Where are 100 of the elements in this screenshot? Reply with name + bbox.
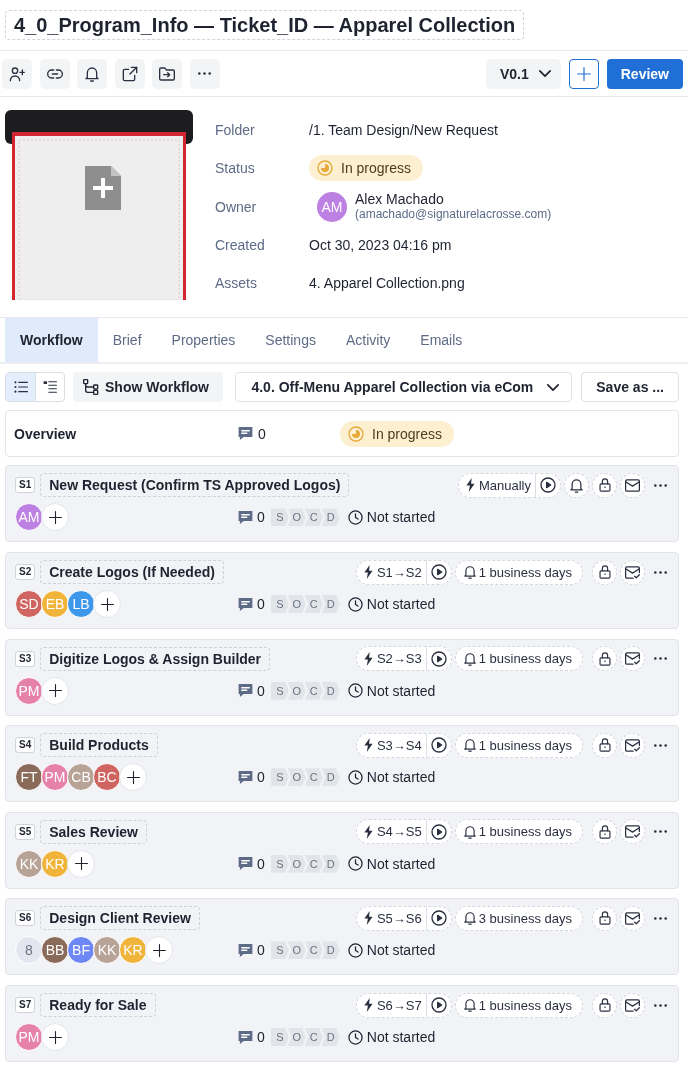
owner-avatar: AM <box>317 191 347 222</box>
clock-icon <box>347 683 363 699</box>
clock-icon <box>347 510 363 525</box>
comment-count: 0 <box>258 426 266 442</box>
lock-button[interactable] <box>592 732 617 758</box>
reminder-pill[interactable]: 3 business days <box>454 905 583 931</box>
step-chip: C <box>304 595 323 614</box>
tab[interactable]: Activity <box>330 318 406 363</box>
tab[interactable]: Settings <box>250 318 331 363</box>
reminder-pill[interactable]: 1 business days <box>454 819 583 845</box>
add-assignee-button[interactable] <box>41 503 69 532</box>
lock-button[interactable] <box>592 646 617 672</box>
share-icon <box>121 65 138 82</box>
avatar: EB <box>41 590 69 619</box>
field-label: Owner <box>215 198 258 215</box>
workflow-icon <box>83 379 99 396</box>
step-chip: S <box>270 595 289 614</box>
stage-badge: S1 <box>15 477 36 494</box>
field-value: /1. Team Design/New Request <box>309 122 498 139</box>
tab[interactable]: Emails <box>405 318 478 363</box>
tab[interactable]: Workflow <box>5 318 98 363</box>
comment-icon <box>238 596 253 612</box>
owner-name: Alex Machado <box>355 191 444 208</box>
reminder-pill[interactable]: 1 business days <box>454 992 583 1018</box>
avatar: KR <box>119 936 147 965</box>
workflow-template-dropdown[interactable]: 4.0. Off-Menu Apparel Collection via eCom <box>235 372 573 403</box>
bell-icon <box>463 565 476 580</box>
step-chip: C <box>304 681 323 700</box>
lock-icon <box>598 565 611 580</box>
notifications-button[interactable] <box>77 58 107 89</box>
reminder-label: 1 business days <box>478 824 572 840</box>
stage-title[interactable]: Design Client Review <box>40 906 200 931</box>
reminder-button[interactable] <box>564 473 589 498</box>
trigger-pill[interactable]: S1→S2 <box>355 559 452 585</box>
lock-button[interactable] <box>592 819 617 845</box>
add-assignee-button[interactable] <box>67 849 95 878</box>
version-dropdown[interactable]: V0.1 <box>485 58 561 89</box>
email-button[interactable] <box>620 992 645 1018</box>
stage-title[interactable]: Ready for Sale <box>40 993 156 1018</box>
move-to-folder-button[interactable] <box>152 58 182 89</box>
progress-pie-icon <box>348 426 364 442</box>
field-label: Status <box>215 160 256 177</box>
review-button[interactable]: Review <box>606 58 683 89</box>
bell-icon <box>463 824 476 839</box>
trigger-pill[interactable]: S5→S6 <box>355 905 452 931</box>
add-assignee-button[interactable] <box>41 676 69 705</box>
bolt-icon <box>363 651 373 666</box>
tab[interactable]: Properties <box>156 318 251 363</box>
trigger-label: S1→S2 <box>376 564 422 580</box>
field-label: Folder <box>215 122 256 139</box>
share-button[interactable] <box>114 58 145 89</box>
email-button[interactable] <box>620 646 645 672</box>
lock-button[interactable] <box>592 559 617 585</box>
more-icon <box>653 570 667 574</box>
stage-title[interactable]: Sales Review <box>40 819 147 844</box>
trigger-pill[interactable]: S2→S3 <box>355 646 452 672</box>
trigger-pill[interactable]: S4→S5 <box>355 819 452 845</box>
field-label: Assets <box>215 275 258 292</box>
show-workflow-button[interactable]: Show Workflow <box>73 372 223 403</box>
tab[interactable]: Brief <box>97 318 157 363</box>
email-button[interactable] <box>620 473 645 498</box>
add-assignee-button[interactable] <box>93 590 121 619</box>
copy-link-button[interactable] <box>39 58 70 89</box>
assignee-overflow-count[interactable]: 8 <box>15 936 43 965</box>
reminder-pill[interactable]: 1 business days <box>454 646 583 672</box>
step-chip: C <box>304 1028 323 1047</box>
reminder-pill[interactable]: 1 business days <box>454 559 583 585</box>
add-assignee-button[interactable] <box>41 1023 69 1052</box>
email-button[interactable] <box>620 905 645 931</box>
step-chip: D <box>321 681 340 700</box>
stage-title[interactable]: Build Products <box>40 733 158 758</box>
trigger-pill[interactable]: S3→S4 <box>355 732 452 758</box>
comment-count: 0 <box>257 942 265 959</box>
trigger-pill[interactable]: S6→S7 <box>355 992 452 1018</box>
reminder-pill[interactable]: 1 business days <box>454 732 583 758</box>
email-button[interactable] <box>620 559 645 585</box>
step-chip: O <box>287 854 306 873</box>
add-member-button[interactable] <box>2 58 32 89</box>
list-view-button[interactable] <box>6 373 35 402</box>
avatar: LB <box>67 590 95 619</box>
chevron-down-icon <box>538 70 551 77</box>
lock-button[interactable] <box>592 992 617 1018</box>
avatar: KK <box>15 849 43 878</box>
add-assignee-button[interactable] <box>119 763 147 792</box>
comment-count: 0 <box>257 596 265 613</box>
stage-title[interactable]: Digitize Logos & Assign Builder <box>40 646 271 671</box>
lock-icon <box>598 478 611 493</box>
stage-title[interactable]: New Request (Confirm TS Approved Logos) <box>40 473 350 498</box>
save-as-button[interactable]: Save as ... <box>581 372 679 403</box>
trigger-pill[interactable]: Manually <box>457 473 561 498</box>
lock-button[interactable] <box>592 905 617 931</box>
add-button[interactable] <box>568 58 599 89</box>
lock-button[interactable] <box>592 473 617 498</box>
reminder-label: 3 business days <box>478 910 572 926</box>
stage-badge: S7 <box>15 997 36 1014</box>
document-title: 4_0_Program_Info — Ticket_ID — Apparel Collection <box>5 10 525 40</box>
email-button[interactable] <box>620 819 645 845</box>
stage-title[interactable]: Create Logos (If Needed) <box>40 560 224 585</box>
email-button[interactable] <box>620 732 645 758</box>
add-assignee-button[interactable] <box>145 936 173 965</box>
